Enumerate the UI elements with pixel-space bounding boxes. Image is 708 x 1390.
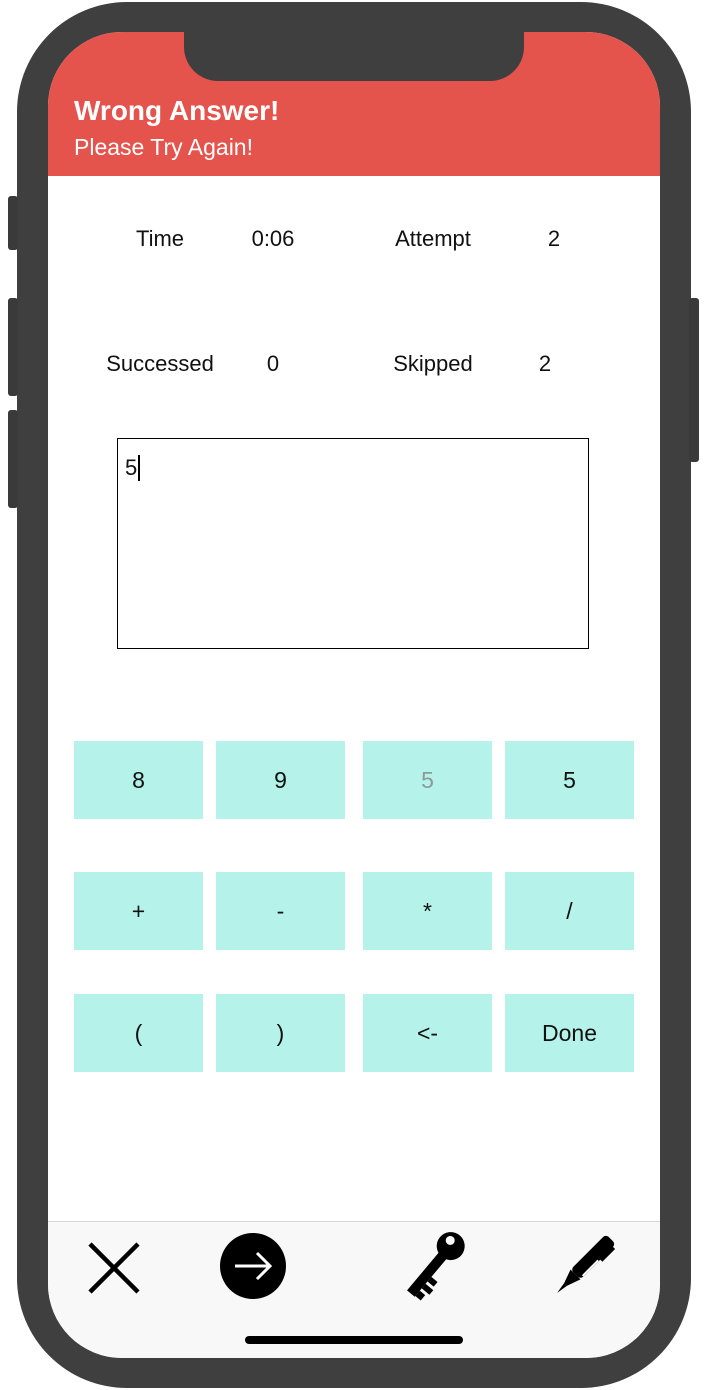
text-caret: [138, 455, 141, 481]
time-value: 0:06: [251, 226, 295, 251]
pen-icon: [557, 1235, 616, 1293]
keypad-key[interactable]: 9: [216, 741, 345, 819]
wrong-answer-banner: Wrong Answer! Please Try Again!: [48, 32, 660, 176]
time-label: Time: [135, 226, 185, 251]
keypad-key[interactable]: /: [505, 872, 634, 950]
close-icon: [88, 1242, 140, 1294]
device-notch: [184, 32, 524, 81]
app-screen: Wrong Answer! Please Try Again! Time 0:0…: [48, 32, 660, 1358]
keypad-key[interactable]: -: [216, 872, 345, 950]
successed-value: 0: [266, 351, 280, 376]
attempt-value: 2: [547, 226, 561, 251]
hint-key-button[interactable]: [394, 1224, 474, 1308]
answer-value: 5: [125, 455, 138, 480]
keypad-key[interactable]: 5: [505, 741, 634, 819]
mute-switch: [8, 196, 18, 250]
banner-title: Wrong Answer!: [74, 95, 280, 126]
keypad-key[interactable]: 5: [363, 741, 492, 819]
answer-input[interactable]: 5: [117, 438, 589, 649]
keypad-key[interactable]: *: [363, 872, 492, 950]
skipped-value: 2: [538, 351, 552, 376]
skipped-label: Skipped: [393, 351, 473, 376]
keypad-key[interactable]: <-: [363, 994, 492, 1072]
next-button[interactable]: [216, 1229, 290, 1303]
arrow-right-circle-icon: [220, 1233, 286, 1299]
keypad-key[interactable]: +: [74, 872, 203, 950]
attempt-label: Attempt: [395, 226, 471, 251]
keypad-key[interactable]: ): [216, 994, 345, 1072]
answer-text: 5: [125, 455, 141, 481]
keypad-key[interactable]: Done: [505, 994, 634, 1072]
volume-up-button: [8, 298, 18, 396]
volume-down-button: [8, 410, 18, 508]
home-indicator: [245, 1336, 463, 1344]
successed-label: Successed: [106, 351, 214, 376]
power-button: [689, 298, 699, 462]
keypad-key[interactable]: (: [74, 994, 203, 1072]
pen-button[interactable]: [544, 1226, 624, 1306]
keypad-key[interactable]: 8: [74, 741, 203, 819]
close-button[interactable]: [78, 1232, 150, 1304]
key-icon: [407, 1232, 465, 1301]
banner-subtitle: Please Try Again!: [74, 134, 253, 160]
